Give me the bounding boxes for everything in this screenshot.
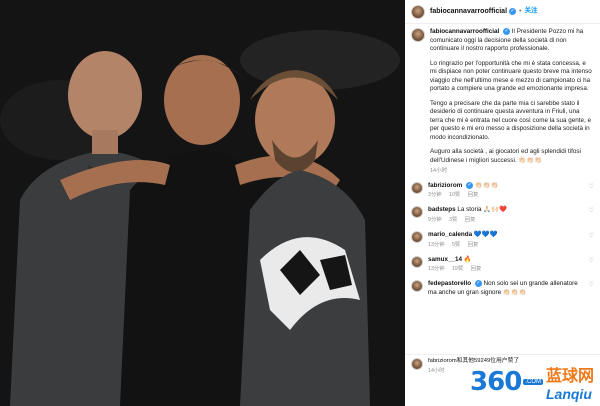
comment-body: samux__14 🔥 13分钟 19赞 回复 <box>428 256 586 274</box>
caption-paragraph-3: Tengo a precisare che da parte mia ci sa… <box>430 99 592 141</box>
watermark-logo: 360 .COM 蓝球网 Lanqiu <box>470 362 594 402</box>
reply-button[interactable]: 回复 <box>471 266 482 272</box>
comment-item: mario_calenda 💙💙💙 13分钟 5赞 回复 ♡ <box>411 231 594 249</box>
like-heart-icon[interactable]: ♡ <box>589 257 594 274</box>
comment-time: 3分钟 <box>428 192 442 199</box>
comment-likes[interactable]: 10赞 <box>449 192 460 198</box>
comment-body: fedepastorello ✓ Non solo sei un grande … <box>428 280 586 297</box>
commenter-avatar[interactable] <box>411 231 423 244</box>
caption-paragraph-4: Auguro alla società , ai giocatori ed ag… <box>430 148 581 164</box>
comment-meta: 13分钟 19赞 回复 <box>428 266 586 273</box>
reply-button[interactable]: 回复 <box>468 242 479 248</box>
commenter-avatar[interactable] <box>411 206 423 219</box>
commenter-avatar[interactable] <box>411 181 423 194</box>
reply-button[interactable]: 回复 <box>465 217 476 223</box>
comment-meta: 13分钟 5赞 回复 <box>428 242 586 249</box>
photo-illustration <box>0 0 405 406</box>
post-header: fabiocannavarroofficial ✓ • 关注 <box>405 0 600 24</box>
post-detail-panel: fabiocannavarroofficial ✓ • 关注 fabiocann… <box>405 0 600 406</box>
reply-button[interactable]: 回复 <box>468 192 479 198</box>
comment-meta: 9分钟 3赞 回复 <box>428 217 586 224</box>
caption: fabiocannavarroofficial ✓ Il Presidente … <box>411 28 594 182</box>
comment-text: La storia 🙏🏻🙌🏻❤️ <box>457 206 507 214</box>
comment-time: 13分钟 <box>428 241 445 248</box>
like-heart-icon[interactable]: ♡ <box>589 183 594 200</box>
like-heart-icon[interactable]: ♡ <box>589 281 594 297</box>
follow-button[interactable]: 关注 <box>524 7 537 16</box>
comment-time: 13分钟 <box>428 266 445 273</box>
author-avatar[interactable] <box>411 28 425 42</box>
comment-username[interactable]: fedepastorello <box>428 281 471 288</box>
comment-likes[interactable]: 19赞 <box>452 266 463 272</box>
comment-body: fabriziorom ✓ 👏🏻👏🏻👏🏻 3分钟 10赞 回复 <box>428 181 586 200</box>
comment-likes[interactable]: 3赞 <box>449 217 457 223</box>
comment-meta: 3分钟 10赞 回复 <box>428 192 586 199</box>
watermark-com: .COM <box>523 379 543 385</box>
watermark-cn: 蓝球网 <box>545 368 594 385</box>
comment-likes[interactable]: 5赞 <box>452 242 460 248</box>
comment-item: samux__14 🔥 13分钟 19赞 回复 ♡ <box>411 255 594 274</box>
comment-item: badsteps La storia 🙏🏻🙌🏻❤️ 9分钟 3赞 回复 ♡ <box>411 206 594 224</box>
comment-item: fabriziorom ✓ 👏🏻👏🏻👏🏻 3分钟 10赞 回复 ♡ <box>411 181 594 200</box>
comments-scroll[interactable]: fabiocannavarroofficial ✓ Il Presidente … <box>405 24 600 298</box>
verified-icon: ✓ <box>474 280 482 288</box>
commenter-avatar[interactable] <box>411 280 423 293</box>
watermark-en: Lanqiu <box>545 386 592 402</box>
comment-text: 🔥 <box>463 255 472 263</box>
comment-username[interactable]: mario_calenda <box>428 231 472 238</box>
comment-body: badsteps La storia 🙏🏻🙌🏻❤️ 9分钟 3赞 回复 <box>428 206 586 224</box>
caption-username[interactable]: fabiocannavarroofficial <box>430 28 499 35</box>
comment-username[interactable]: samux__14 <box>428 256 462 263</box>
author-username[interactable]: fabiocannavarroofficial <box>430 7 507 16</box>
author-avatar[interactable] <box>411 4 425 19</box>
comment-text: 👏🏻👏🏻👏🏻 <box>474 181 499 189</box>
comment-text: 💙💙💙 <box>473 231 498 239</box>
like-heart-icon[interactable]: ♡ <box>589 207 594 224</box>
commenter-avatar[interactable] <box>411 255 423 268</box>
liker-avatar[interactable] <box>411 358 423 370</box>
separator-dot: • <box>519 7 522 15</box>
watermark-360: 360 <box>470 367 522 397</box>
post-photo[interactable] <box>0 0 405 406</box>
comment-time: 9分钟 <box>428 216 442 223</box>
verified-icon: ✓ <box>466 181 474 189</box>
caption-paragraph-2: Lo ringrazio per l'opportunità che mi è … <box>430 59 592 93</box>
comment-item: fedepastorello ✓ Non solo sei un grande … <box>411 280 594 297</box>
like-heart-icon[interactable]: ♡ <box>589 232 594 249</box>
comment-username[interactable]: fabriziorom <box>428 182 462 189</box>
comment-body: mario_calenda 💙💙💙 13分钟 5赞 回复 <box>428 231 586 249</box>
caption-time: 14小时 <box>430 168 448 175</box>
verified-icon: ✓ <box>509 8 517 15</box>
caption-body: fabiocannavarroofficial ✓ Il Presidente … <box>430 28 594 182</box>
comment-username[interactable]: badsteps <box>428 206 456 213</box>
verified-icon: ✓ <box>503 28 511 35</box>
